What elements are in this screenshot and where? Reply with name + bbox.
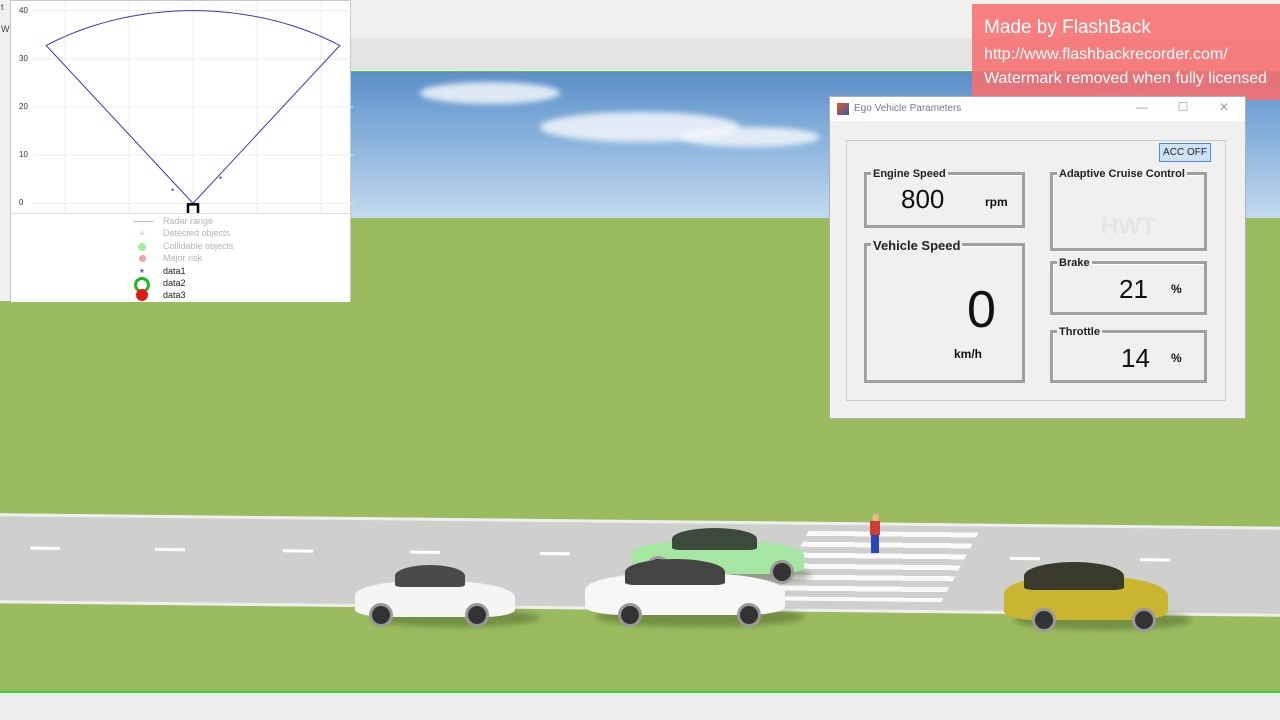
engine-speed-label: Engine Speed bbox=[871, 168, 948, 180]
minimize-button[interactable]: — bbox=[1132, 100, 1152, 114]
legend-marker-icon bbox=[131, 241, 153, 253]
legend-label: Radar range bbox=[163, 216, 214, 226]
flashback-watermark: Made by FlashBack http://www.flashbackre… bbox=[972, 4, 1280, 100]
legend-marker-icon bbox=[131, 289, 153, 303]
acc-hwt-indicator: HWT bbox=[1101, 213, 1156, 240]
vehicle-speed-label: Vehicle Speed bbox=[871, 238, 963, 253]
legend-label: data1 bbox=[163, 265, 186, 276]
y-tick-label: 0 bbox=[19, 198, 24, 208]
engine-speed-value: 800 bbox=[901, 184, 945, 214]
close-button[interactable]: ✕ bbox=[1214, 100, 1234, 114]
throttle-group: Throttle 14 % bbox=[1050, 326, 1207, 383]
brake-label: Brake bbox=[1057, 257, 1092, 269]
brake-value: 21 bbox=[1119, 274, 1148, 304]
window-title: Ego Vehicle Parameters bbox=[854, 103, 962, 114]
car-yellow-hatchback bbox=[1004, 560, 1192, 632]
radar-plot-canvas: ** bbox=[33, 1, 353, 216]
y-tick-label: 30 bbox=[19, 53, 28, 63]
watermark-title: Made by FlashBack bbox=[984, 17, 1151, 38]
adaptive-cruise-control-group: Adaptive Cruise Control HWT bbox=[1050, 168, 1207, 251]
detection-marker: * bbox=[219, 174, 223, 184]
matlab-icon bbox=[837, 103, 849, 115]
engine-speed-group: Engine Speed 800 rpm bbox=[864, 168, 1025, 228]
acc-label: Adaptive Cruise Control bbox=[1057, 168, 1187, 180]
brake-group: Brake 21 % bbox=[1050, 257, 1207, 315]
maximize-button[interactable]: ☐ bbox=[1173, 100, 1193, 114]
legend-label: Detected objects bbox=[163, 228, 231, 239]
throttle-unit: % bbox=[1171, 351, 1182, 365]
acc-toggle-button[interactable]: ACC OFF bbox=[1159, 143, 1211, 162]
throttle-value: 14 bbox=[1121, 343, 1150, 373]
legend-label: data3 bbox=[163, 290, 186, 301]
bird-eye-radar-plot[interactable]: * * 40 30 20 10 0 Radar range + Detected object… bbox=[10, 0, 353, 302]
radar-axes: * * bbox=[33, 1, 353, 216]
y-tick-label: 40 bbox=[19, 5, 28, 15]
car-white-sedan bbox=[585, 555, 805, 629]
watermark-url: http://www.flashbackrecorder.com/ bbox=[984, 46, 1228, 63]
engine-speed-unit: rpm bbox=[985, 195, 1008, 209]
legend-label: data2 bbox=[163, 278, 186, 288]
vehicle-speed-group: Vehicle Speed 0 km/h bbox=[864, 238, 1025, 383]
pedestrian bbox=[872, 514, 879, 521]
bottom-strip bbox=[0, 693, 1280, 720]
background-window-edge: t W bbox=[0, 0, 10, 301]
legend-marker-icon: + bbox=[138, 228, 146, 241]
throttle-label: Throttle bbox=[1057, 326, 1102, 338]
window-titlebar[interactable]: Ego Vehicle Parameters — ☐ ✕ bbox=[830, 97, 1245, 121]
brake-unit: % bbox=[1171, 282, 1182, 296]
vehicle-speed-unit: km/h bbox=[954, 347, 983, 361]
legend-marker-icon bbox=[131, 253, 153, 264]
y-tick-label: 10 bbox=[19, 150, 28, 160]
legend-label: Collidable objects bbox=[163, 240, 234, 251]
detection-marker: * bbox=[171, 186, 175, 196]
radar-legend: Radar range + Detected objects Collidable o… bbox=[11, 213, 350, 302]
car-white-convertible bbox=[355, 563, 540, 629]
y-tick-label: 20 bbox=[19, 102, 28, 111]
watermark-notice: Watermark removed when fully licensed bbox=[984, 70, 1268, 87]
vehicle-speed-value: 0 bbox=[967, 281, 996, 339]
legend-label: Major risk bbox=[163, 253, 203, 264]
